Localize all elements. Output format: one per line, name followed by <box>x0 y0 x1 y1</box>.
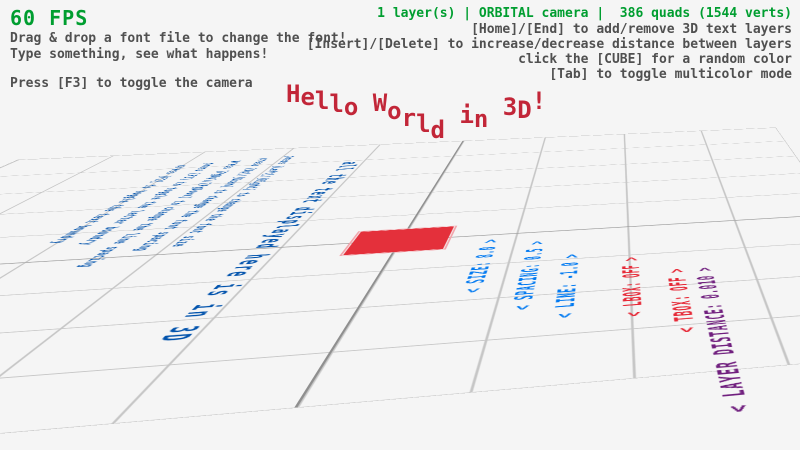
hint-layer-distance-keys: [Insert]/[Delete] to increase/decrease d… <box>307 37 792 52</box>
hint-type-something: Type something, see what happens! <box>10 47 268 62</box>
fps-counter: 60 FPS <box>10 6 88 30</box>
option-lbox: < LBOX: OFF > <box>618 256 649 318</box>
cube[interactable] <box>18 128 775 160</box>
hint-toggle-camera: Press [F3] to toggle the camera <box>10 76 253 91</box>
option-line: < LINE: -1.0 > <box>548 253 584 319</box>
status-bar: 1 layer(s) | ORBITAL camera | 386 quads … <box>377 6 792 21</box>
option-spacing: < SPACING: 0.5 > <box>506 240 549 311</box>
hint-add-remove-layers: [Home]/[End] to add/remove 3D text layer… <box>471 22 792 37</box>
hint-multicolor-mode: [Tab] to toggle multicolor mode <box>549 67 792 82</box>
app-window: all the text displayed here is in 3D pre… <box>0 0 800 450</box>
grid-plane: all the text displayed here is in 3D pre… <box>0 127 800 450</box>
wave-title-3d: Hello World in 3D! <box>286 80 546 108</box>
hint-click-cube: click the [CUBE] for a random color <box>518 52 792 67</box>
cube-wireframe-top <box>339 226 457 257</box>
hint-drag-drop-font: Drag & drop a font file to change the fo… <box>10 31 347 46</box>
option-size: < SIZE: 8.0 > <box>457 238 504 293</box>
option-layer-distance: < LAYER DISTANCE: 0.010 > <box>690 266 756 414</box>
